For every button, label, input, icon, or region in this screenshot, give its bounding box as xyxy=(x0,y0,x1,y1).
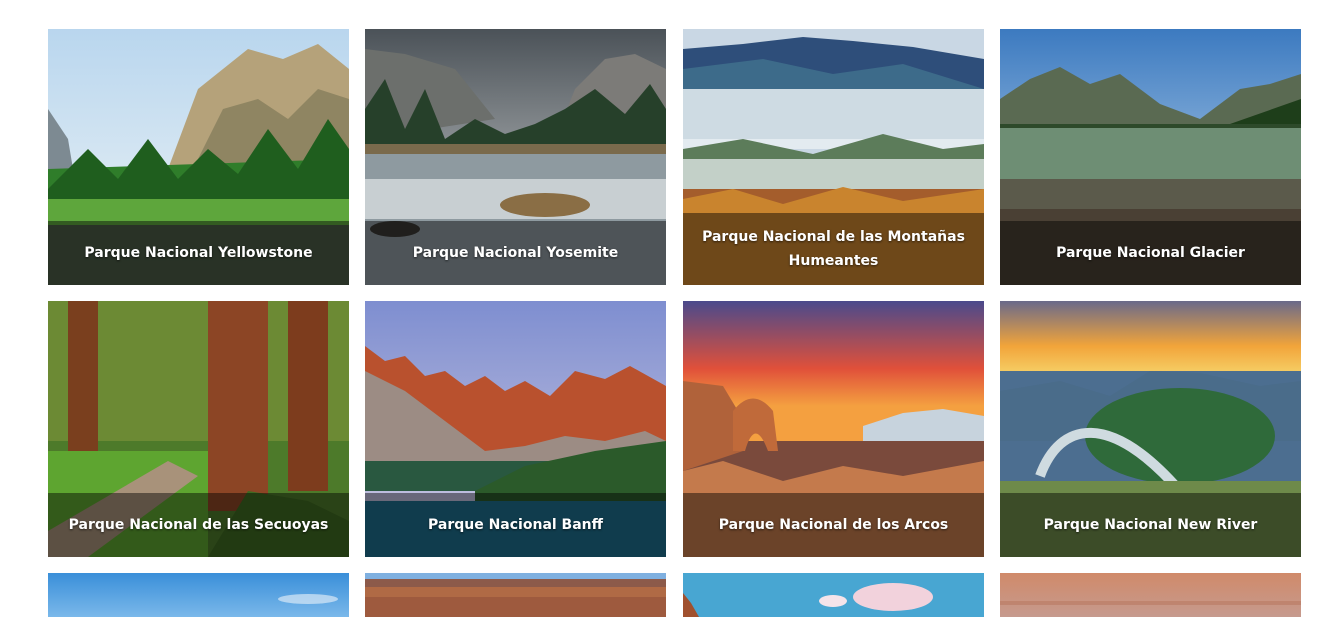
park-card-partial[interactable] xyxy=(1000,573,1301,617)
park-card-partial[interactable] xyxy=(365,573,666,617)
park-card-yellowstone[interactable]: Parque Nacional Yellowstone xyxy=(48,29,349,285)
park-card-glacier[interactable]: Parque Nacional Glacier xyxy=(1000,29,1301,285)
park-card-secuoyas[interactable]: Parque Nacional de las Secuoyas xyxy=(48,301,349,557)
park-card-banff[interactable]: Parque Nacional Banff xyxy=(365,301,666,557)
park-image-partial xyxy=(365,573,666,617)
park-card-montanas-humeantes[interactable]: Parque Nacional de las Montañas Humeante… xyxy=(683,29,984,285)
park-title: Parque Nacional de las Montañas Humeante… xyxy=(683,213,984,285)
park-image-partial xyxy=(683,573,984,617)
park-title: Parque Nacional Glacier xyxy=(1000,221,1301,285)
park-title: Parque Nacional de los Arcos xyxy=(683,493,984,557)
park-title: Parque Nacional Yellowstone xyxy=(48,221,349,285)
park-title: Parque Nacional New River xyxy=(1000,493,1301,557)
park-title: Parque Nacional de las Secuoyas xyxy=(48,493,349,557)
park-card-partial[interactable] xyxy=(48,573,349,617)
park-title: Parque Nacional Yosemite xyxy=(365,221,666,285)
park-card-partial[interactable] xyxy=(683,573,984,617)
park-card-new-river[interactable]: Parque Nacional New River xyxy=(1000,301,1301,557)
park-card-arcos[interactable]: Parque Nacional de los Arcos xyxy=(683,301,984,557)
park-image-partial xyxy=(1000,573,1301,617)
park-title: Parque Nacional Banff xyxy=(365,493,666,557)
park-image-partial xyxy=(48,573,349,617)
park-card-yosemite[interactable]: Parque Nacional Yosemite xyxy=(365,29,666,285)
